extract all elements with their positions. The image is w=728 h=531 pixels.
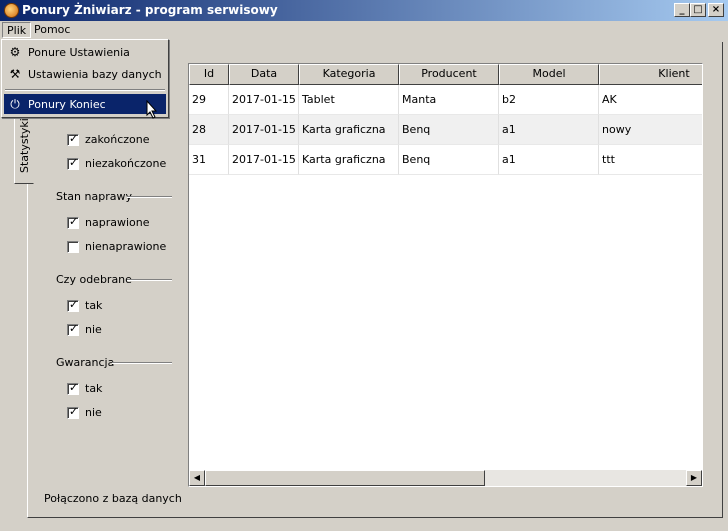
cell-producer: Benq <box>399 115 499 145</box>
table-header: Id Data Kategoria Producent Model Klient <box>189 64 702 85</box>
cell-id: 29 <box>189 85 229 115</box>
cell-category: Tablet <box>299 85 399 115</box>
menu-item-db-settings[interactable]: ⚒ Ustawienia bazy danych <box>4 64 166 84</box>
checkbox[interactable] <box>67 405 79 419</box>
maximize-button[interactable]: □ <box>690 3 706 17</box>
menu-item-label: Ustawienia bazy danych <box>28 67 162 81</box>
window-title: Ponury Żniwiarz - program serwisowy <box>22 3 278 17</box>
repairs-table: Id Data Kategoria Producent Model Klient… <box>188 63 703 487</box>
checkbox[interactable] <box>67 215 79 229</box>
column-header-id[interactable]: Id <box>189 64 229 85</box>
column-header-model[interactable]: Model <box>499 64 599 85</box>
checkbox-label: tak <box>85 299 103 312</box>
column-header-client[interactable]: Klient <box>599 64 702 85</box>
scroll-left-icon[interactable]: ◀ <box>189 470 205 486</box>
group-title-warranty: Gwarancja <box>56 356 114 369</box>
cell-category: Karta graficzna <box>299 145 399 175</box>
filter-picked-up-yes[interactable]: tak <box>67 298 103 312</box>
cell-id: 28 <box>189 115 229 145</box>
cell-date: 2017-01-15 <box>229 145 299 175</box>
cell-id: 31 <box>189 145 229 175</box>
menu-file[interactable]: Plik <box>2 22 32 38</box>
app-icon <box>4 3 19 18</box>
menu-item-label: Ponure Ustawienia <box>28 45 130 59</box>
checkbox-label: zakończone <box>85 133 150 146</box>
group-divider <box>127 279 172 281</box>
filter-not-repaired[interactable]: nienaprawione <box>67 240 166 253</box>
checkbox[interactable] <box>67 240 79 253</box>
mouse-cursor-icon <box>146 100 158 119</box>
group-title-picked-up: Czy odebrane <box>56 273 132 286</box>
group-label: Gwarancja <box>56 356 115 369</box>
checkbox-label: nie <box>85 323 102 336</box>
checkbox[interactable] <box>67 322 79 336</box>
filter-repaired[interactable]: naprawione <box>67 215 150 229</box>
power-icon: ⏻ <box>10 97 20 111</box>
checkbox-label: naprawione <box>85 216 150 229</box>
filter-picked-up-no[interactable]: nie <box>67 322 102 336</box>
column-header-category[interactable]: Kategoria <box>299 64 399 85</box>
menu-item-exit[interactable]: ⏻ Ponury Koniec <box>4 94 166 114</box>
filter-status-unfinished[interactable]: niezakończone <box>67 156 167 170</box>
horizontal-scrollbar[interactable]: ◀ ▶ <box>189 470 702 486</box>
filter-warranty-yes[interactable]: tak <box>67 381 103 395</box>
column-header-producer[interactable]: Producent <box>399 64 499 85</box>
tab-statistics-label: Statystyki <box>18 118 31 173</box>
scrollbar-thumb[interactable] <box>205 470 485 486</box>
checkbox-label: niezakończone <box>85 157 167 170</box>
cell-model: a1 <box>499 115 599 145</box>
cell-producer: Manta <box>399 85 499 115</box>
checkbox-label: nie <box>85 406 102 419</box>
table-row[interactable]: 28 2017-01-15 Karta graficzna Benq a1 no… <box>189 115 702 145</box>
group-divider <box>127 196 172 198</box>
cell-date: 2017-01-15 <box>229 115 299 145</box>
menu-item-settings[interactable]: ⚙ Ponure Ustawienia <box>4 42 166 62</box>
status-text: Połączono z bazą danych <box>44 492 182 505</box>
cell-category: Karta graficzna <box>299 115 399 145</box>
cell-model: a1 <box>499 145 599 175</box>
cell-producer: Benq <box>399 145 499 175</box>
scroll-right-icon[interactable]: ▶ <box>686 470 702 486</box>
filter-warranty-no[interactable]: nie <box>67 405 102 419</box>
checkbox[interactable] <box>67 381 79 395</box>
cell-model: b2 <box>499 85 599 115</box>
menu-item-label: Ponury Koniec <box>28 97 106 111</box>
cell-date: 2017-01-15 <box>229 85 299 115</box>
menu-separator <box>5 89 165 91</box>
minimize-button[interactable]: _ <box>674 3 690 17</box>
column-header-date[interactable]: Data <box>229 64 299 85</box>
checkbox[interactable] <box>67 132 79 146</box>
checkbox[interactable] <box>67 156 79 170</box>
title-bar: Ponury Żniwiarz - program serwisowy _ □ … <box>0 0 728 21</box>
gear-icon: ⚙ <box>9 45 21 59</box>
menu-bar: Plik Pomoc <box>0 21 728 39</box>
checkbox[interactable] <box>67 298 79 312</box>
file-menu-dropdown: ⚙ Ponure Ustawienia ⚒ Ustawienia bazy da… <box>1 39 169 118</box>
group-label: Czy odebrane <box>56 273 132 286</box>
menu-help[interactable]: Pomoc <box>30 22 74 38</box>
cell-client: AK <box>599 85 702 115</box>
group-title-repair: Stan naprawy <box>56 190 132 203</box>
close-button[interactable]: × <box>708 3 724 17</box>
table-row[interactable]: 31 2017-01-15 Karta graficzna Benq a1 tt… <box>189 145 702 175</box>
group-label: Stan naprawy <box>56 190 132 203</box>
table-body: 29 2017-01-15 Tablet Manta b2 AK 28 2017… <box>189 85 702 175</box>
cell-client: nowy <box>599 115 702 145</box>
group-divider <box>112 362 172 364</box>
cell-client: ttt <box>599 145 702 175</box>
checkbox-label: nienaprawione <box>85 240 167 253</box>
table-row[interactable]: 29 2017-01-15 Tablet Manta b2 AK <box>189 85 702 115</box>
wrench-icon: ⚒ <box>9 67 21 81</box>
filter-status-finished[interactable]: zakończone <box>67 132 150 146</box>
checkbox-label: tak <box>85 382 103 395</box>
